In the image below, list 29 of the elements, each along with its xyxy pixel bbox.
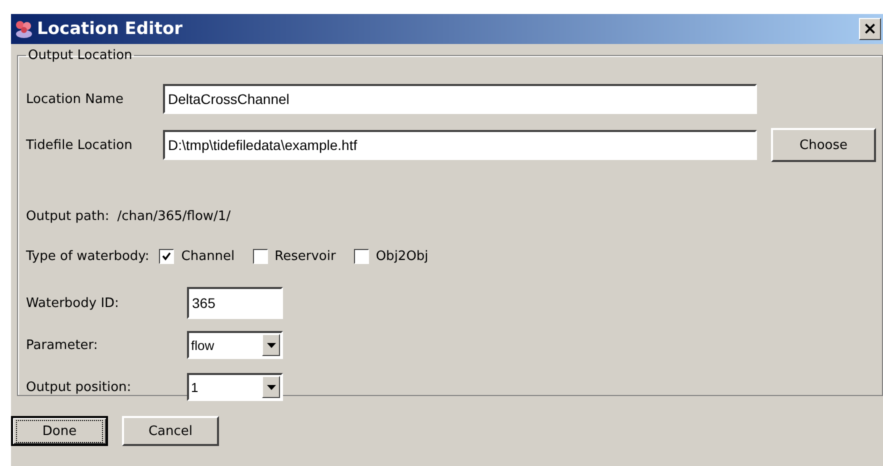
- waterbody-type-label: Type of waterbody:: [26, 249, 150, 264]
- input-field[interactable]: D:\tmp\tidefiledata\example.htf: [163, 130, 757, 160]
- dropdown[interactable]: flow: [187, 331, 283, 359]
- app-icon: [14, 19, 34, 39]
- choose-button[interactable]: Choose: [771, 128, 876, 162]
- checkbox-label: Obj2Obj: [376, 249, 428, 264]
- field-label: Waterbody ID:: [26, 296, 120, 310]
- group-title: Output Location: [27, 48, 134, 63]
- done-button[interactable]: Done: [11, 416, 108, 446]
- checkbox-label: Reservoir: [274, 249, 336, 264]
- field-label: Location Name: [26, 92, 124, 106]
- input-field[interactable]: DeltaCrossChannel: [163, 84, 757, 114]
- checkbox[interactable]: [354, 249, 369, 264]
- close-button[interactable]: ×: [859, 18, 881, 40]
- check-icon: [161, 251, 172, 262]
- checkbox-label: Channel: [181, 249, 235, 264]
- field-label: Tidefile Location: [26, 138, 134, 152]
- dropdown[interactable]: 1: [187, 373, 283, 401]
- field-label: Output position:: [26, 380, 132, 394]
- checkbox[interactable]: [159, 249, 174, 264]
- caret-icon: [266, 384, 276, 390]
- cancel-button[interactable]: Cancel: [122, 416, 219, 446]
- field-label: Parameter:: [26, 338, 99, 352]
- output-path-value: /chan/365/flow/1/: [117, 209, 231, 224]
- window-title: Location Editor: [37, 19, 183, 39]
- caret-icon: [266, 342, 276, 348]
- input-field[interactable]: 365: [187, 287, 283, 319]
- checkbox[interactable]: [252, 249, 268, 264]
- output-path-label: Output path:: [26, 209, 110, 224]
